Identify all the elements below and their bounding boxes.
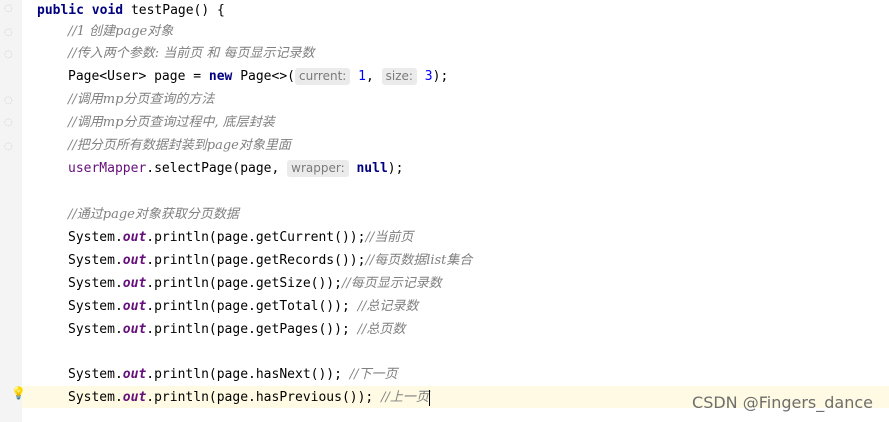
code-line-println[interactable]: System.out.println(page.getRecords());//… — [68, 250, 472, 272]
code-line-println[interactable]: System.out.println(page.getPages()); //总… — [68, 319, 405, 341]
code-line-println[interactable]: System.out.println(page.getTotal()); //总… — [68, 296, 418, 318]
code-line-println[interactable]: System.out.println(page.getCurrent());//… — [68, 227, 413, 249]
watermark: CSDN @Fingers_dance — [692, 393, 873, 412]
code-line-comment[interactable]: //调用mp分页查询的方法 — [68, 89, 214, 111]
fold-marker-icon[interactable]: ◌ — [4, 4, 14, 14]
code-line-comment[interactable]: //1 创建page对象 — [68, 21, 173, 43]
code-line-comment[interactable]: //传入两个参数: 当前页 和 每页显示记录数 — [68, 43, 315, 65]
code-line-println[interactable]: System.out.println(page.hasNext()); //下一… — [68, 364, 398, 386]
code-line-comment[interactable]: //把分页所有数据封装到page对象里面 — [68, 135, 291, 157]
fold-marker-icon[interactable]: ◌ — [4, 118, 14, 128]
fold-marker-icon[interactable]: ◌ — [4, 28, 14, 38]
code-line-comment[interactable]: //通过page对象获取分页数据 — [68, 204, 239, 226]
text-caret — [428, 389, 430, 406]
code-line-println-current[interactable]: System.out.println(page.hasPrevious()); … — [68, 387, 430, 409]
param-hint-wrapper: wrapper: — [287, 160, 349, 177]
code-line-comment[interactable]: //调用mp分页查询过程中, 底层封装 — [68, 112, 275, 134]
param-hint-size: size: — [381, 68, 417, 85]
code-line-println[interactable]: System.out.println(page.getSize());//每页显… — [68, 273, 442, 295]
editor-gutter: ◌ ◌ ◌ ◌ ◌ ◌ — [0, 0, 22, 422]
lightbulb-icon[interactable]: 💡 — [11, 386, 26, 400]
code-line-method-signature[interactable]: public void testPage() { — [37, 0, 225, 22]
param-hint-current: current: — [295, 68, 351, 85]
code-line-select-page[interactable]: userMapper.selectPage(page, wrapper: nul… — [68, 158, 403, 180]
code-line-page-new[interactable]: Page<User> page = new Page<>(current: 1,… — [68, 66, 448, 88]
fold-marker-icon[interactable]: ◌ — [4, 142, 14, 152]
fold-marker-icon[interactable]: ◌ — [4, 50, 14, 60]
fold-marker-icon[interactable]: ◌ — [4, 96, 14, 106]
